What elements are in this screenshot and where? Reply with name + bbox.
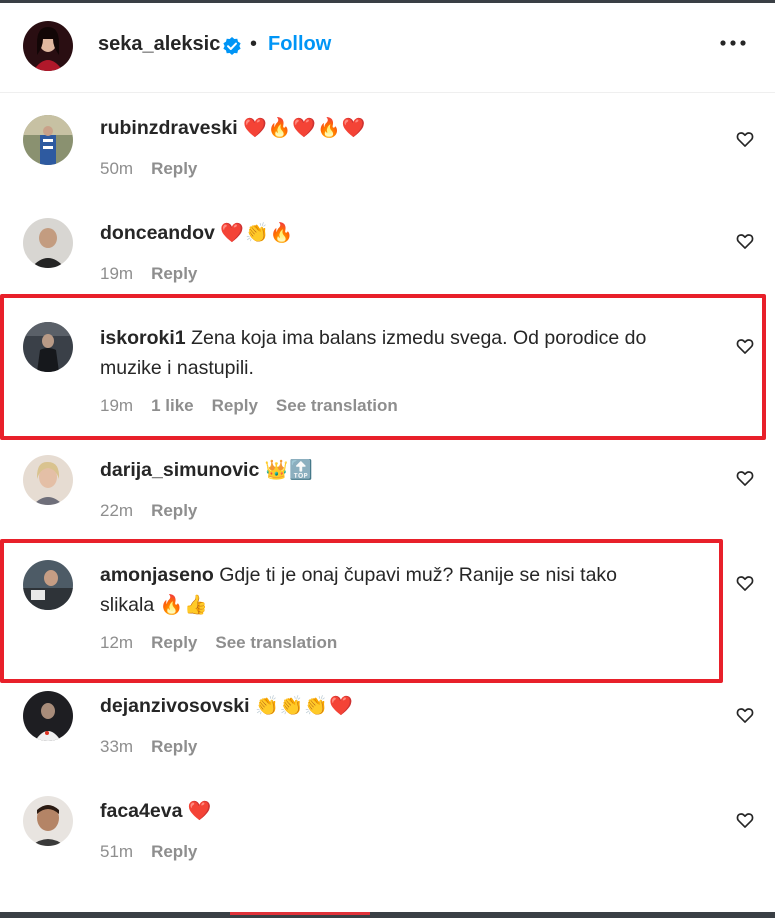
comment-timestamp: 50m: [100, 159, 134, 178]
like-heart-icon[interactable]: [735, 810, 755, 830]
like-heart-icon[interactable]: [735, 573, 755, 593]
reply-button[interactable]: Reply: [151, 737, 197, 757]
comment-meta: 50m Reply: [100, 159, 197, 179]
reply-button[interactable]: Reply: [151, 159, 197, 179]
like-heart-icon[interactable]: [735, 705, 755, 725]
commenter-avatar[interactable]: [23, 218, 73, 268]
comment-timestamp: 12m: [100, 633, 134, 652]
post-header: seka_aleksic • Follow: [0, 3, 775, 93]
commenter-username[interactable]: rubinzdraveski: [100, 117, 238, 139]
comment-emoji: ❤️🔥❤️🔥❤️: [243, 118, 367, 139]
comment-timestamp: 33m: [100, 737, 134, 756]
comment-text-continued: muzike i nastupili.: [100, 357, 254, 379]
comment-meta: 51m Reply: [100, 842, 197, 862]
reply-button[interactable]: Reply: [151, 633, 197, 653]
window-bottom-border: [0, 912, 775, 918]
comment-meta: 12m Reply See translation: [100, 633, 337, 653]
commenter-avatar[interactable]: [23, 691, 73, 741]
like-heart-icon[interactable]: [735, 336, 755, 356]
commenter-username[interactable]: darija_simunovic: [100, 459, 259, 481]
commenter-username[interactable]: iskoroki1: [100, 327, 186, 349]
reply-button[interactable]: Reply: [151, 842, 197, 862]
reply-button[interactable]: Reply: [212, 396, 258, 416]
reply-button[interactable]: Reply: [151, 501, 197, 521]
post-author-avatar[interactable]: [23, 21, 73, 71]
comment-meta: 19m Reply: [100, 264, 197, 284]
more-horizontal-icon[interactable]: [718, 33, 748, 53]
comment-text-continued: slikala: [100, 594, 155, 616]
comment-emoji: 👏👏👏❤️: [255, 696, 354, 717]
comment-timestamp: 22m: [100, 501, 134, 520]
scroll-indicator: [230, 912, 370, 915]
comment-meta: 33m Reply: [100, 737, 197, 757]
post-author-username[interactable]: seka_aleksic: [98, 33, 220, 56]
comment-timestamp: 19m: [100, 396, 134, 415]
commenter-avatar[interactable]: [23, 560, 73, 610]
verified-badge-icon: [223, 37, 241, 55]
commenter-avatar[interactable]: [23, 322, 73, 372]
comment-emoji: ❤️: [187, 801, 213, 822]
commenter-avatar[interactable]: [23, 115, 73, 165]
comment-timestamp: 51m: [100, 842, 134, 861]
comment-emoji: 🔥👍: [159, 595, 209, 616]
commenter-username[interactable]: dejanzivosovski: [100, 695, 250, 717]
comment-meta: 22m Reply: [100, 501, 197, 521]
comment-emoji: ❤️👏🔥: [220, 223, 295, 244]
see-translation-button[interactable]: See translation: [276, 396, 398, 416]
like-heart-icon[interactable]: [735, 468, 755, 488]
commenter-username[interactable]: donceandov: [100, 222, 215, 244]
see-translation-button[interactable]: See translation: [215, 633, 337, 653]
comment-text: Gdje ti je onaj čupavi muž? Ranije se ni…: [219, 564, 618, 586]
like-heart-icon[interactable]: [735, 129, 755, 149]
comment-text: Zena koja ima balans izmedu svega. Od po…: [191, 327, 647, 349]
commenter-avatar[interactable]: [23, 455, 73, 505]
follow-button[interactable]: Follow: [268, 33, 331, 56]
likes-count[interactable]: 1 like: [151, 396, 194, 416]
comment-meta: 19m 1 like Reply See translation: [100, 396, 398, 416]
reply-button[interactable]: Reply: [151, 264, 197, 284]
commenter-username[interactable]: faca4eva: [100, 800, 182, 822]
commenter-username[interactable]: amonjaseno: [100, 564, 214, 586]
separator-dot: •: [250, 33, 258, 55]
comment-timestamp: 19m: [100, 264, 134, 283]
comment-emoji: 👑🔝: [264, 460, 315, 481]
commenter-avatar[interactable]: [23, 796, 73, 846]
like-heart-icon[interactable]: [735, 231, 755, 251]
